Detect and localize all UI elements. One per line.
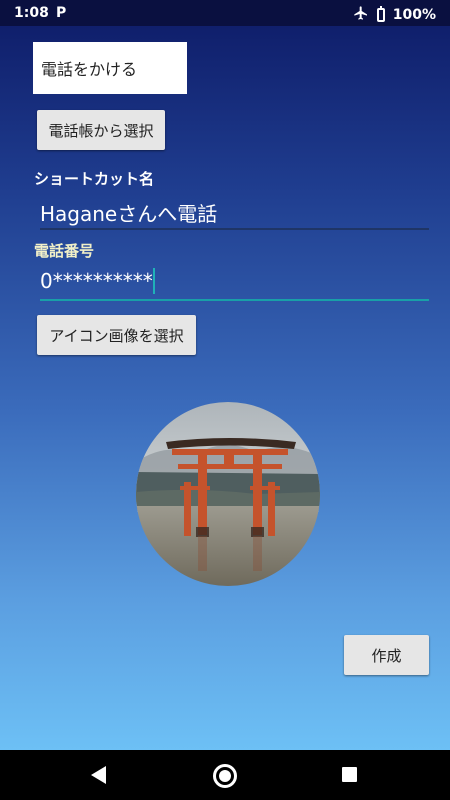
select-icon-image-button[interactable]: アイコン画像を選択 bbox=[37, 315, 196, 355]
airplane-icon bbox=[353, 5, 369, 25]
select-from-contacts-button[interactable]: 電話帳から選択 bbox=[37, 110, 165, 150]
action-spinner[interactable]: 電話をかける bbox=[33, 42, 187, 94]
battery-icon bbox=[376, 6, 385, 22]
phone-number-value: 0********** bbox=[40, 269, 153, 293]
recents-icon[interactable] bbox=[342, 767, 357, 782]
torii-gate-image bbox=[136, 402, 320, 586]
phone-number-field[interactable]: 0********** bbox=[40, 268, 429, 301]
shortcut-icon-preview[interactable] bbox=[136, 402, 320, 586]
text-cursor bbox=[152, 268, 155, 294]
shortcut-name-value: Haganeさんへ電話 bbox=[40, 202, 218, 226]
app-screen: 1:08 P 100% 電話をかける 電話帳から選択 ショートカット名 Haga… bbox=[0, 0, 450, 750]
status-right-group: 100% bbox=[353, 5, 436, 25]
navigation-bar bbox=[0, 750, 450, 800]
shortcut-name-label: ショートカット名 bbox=[34, 170, 155, 188]
battery-percent: 100% bbox=[392, 7, 436, 23]
phone-number-label: 電話番号 bbox=[34, 242, 95, 260]
home-icon[interactable] bbox=[213, 764, 237, 788]
back-icon[interactable] bbox=[91, 766, 106, 784]
status-bar: 1:08 P 100% bbox=[0, 0, 450, 26]
parking-notification-icon: P bbox=[56, 5, 67, 21]
create-button[interactable]: 作成 bbox=[344, 635, 429, 675]
shortcut-name-field[interactable]: Haganeさんへ電話 bbox=[40, 198, 429, 230]
status-time: 1:08 bbox=[14, 5, 49, 21]
